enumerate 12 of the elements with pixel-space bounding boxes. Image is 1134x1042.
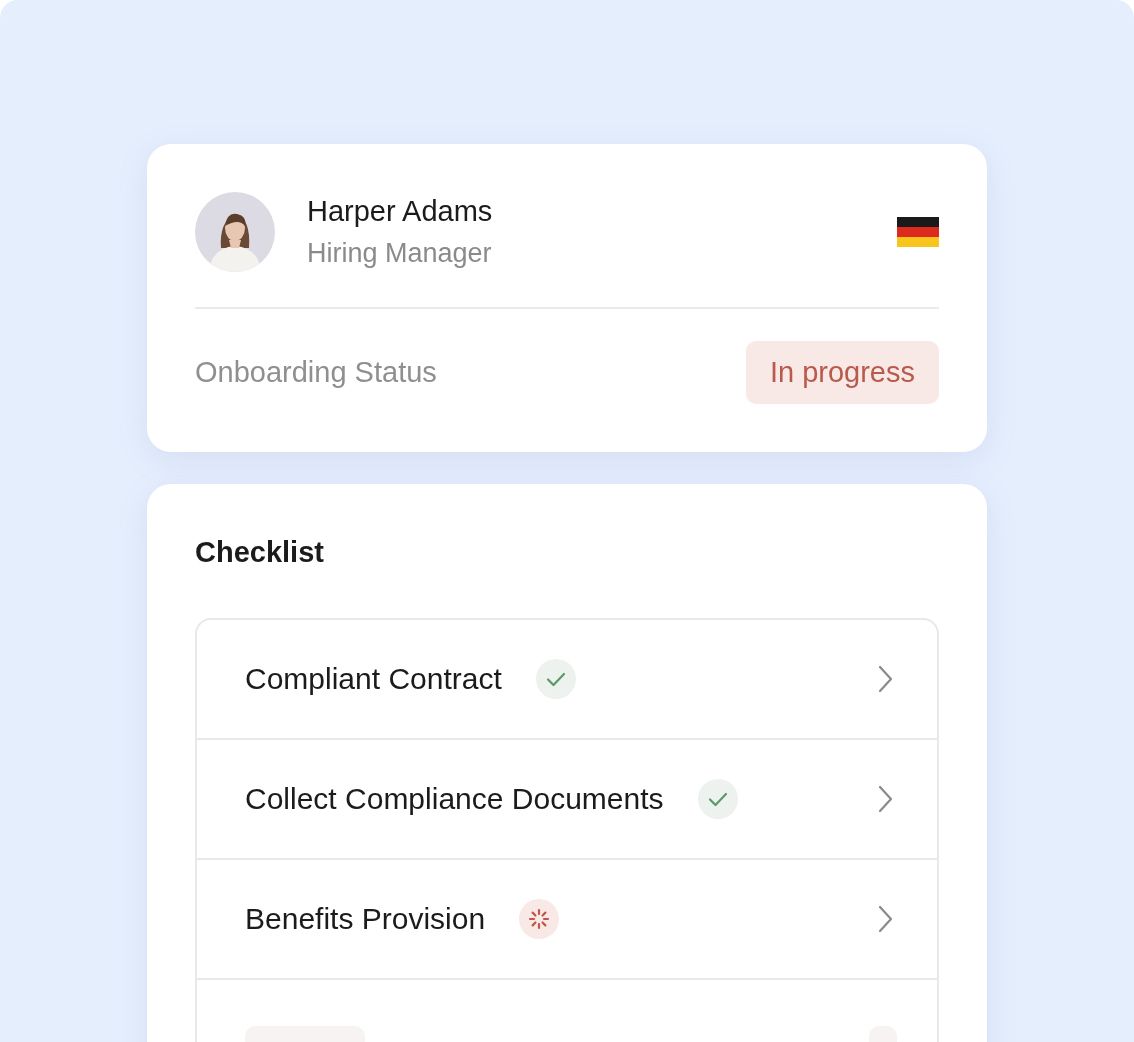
checklist-item-label: Compliant Contract <box>245 662 502 696</box>
checklist-row[interactable]: Collect Compliance Documents <box>197 738 937 858</box>
checklist-item-label: Collect Compliance Documents <box>245 782 664 816</box>
status-badge: In progress <box>745 341 939 404</box>
status-label: Onboarding Status <box>195 356 437 389</box>
checklist-row[interactable]: Benefits Provision <box>197 858 937 978</box>
checklist-item-label: Benefits Provision <box>245 902 486 936</box>
checklist-title: Checklist <box>195 536 325 569</box>
person-role: Hiring Manager <box>307 238 493 269</box>
flag-icon <box>897 217 939 247</box>
checklist-row[interactable]: Compliant Contract <box>197 620 937 738</box>
person-name: Harper Adams <box>307 195 494 228</box>
